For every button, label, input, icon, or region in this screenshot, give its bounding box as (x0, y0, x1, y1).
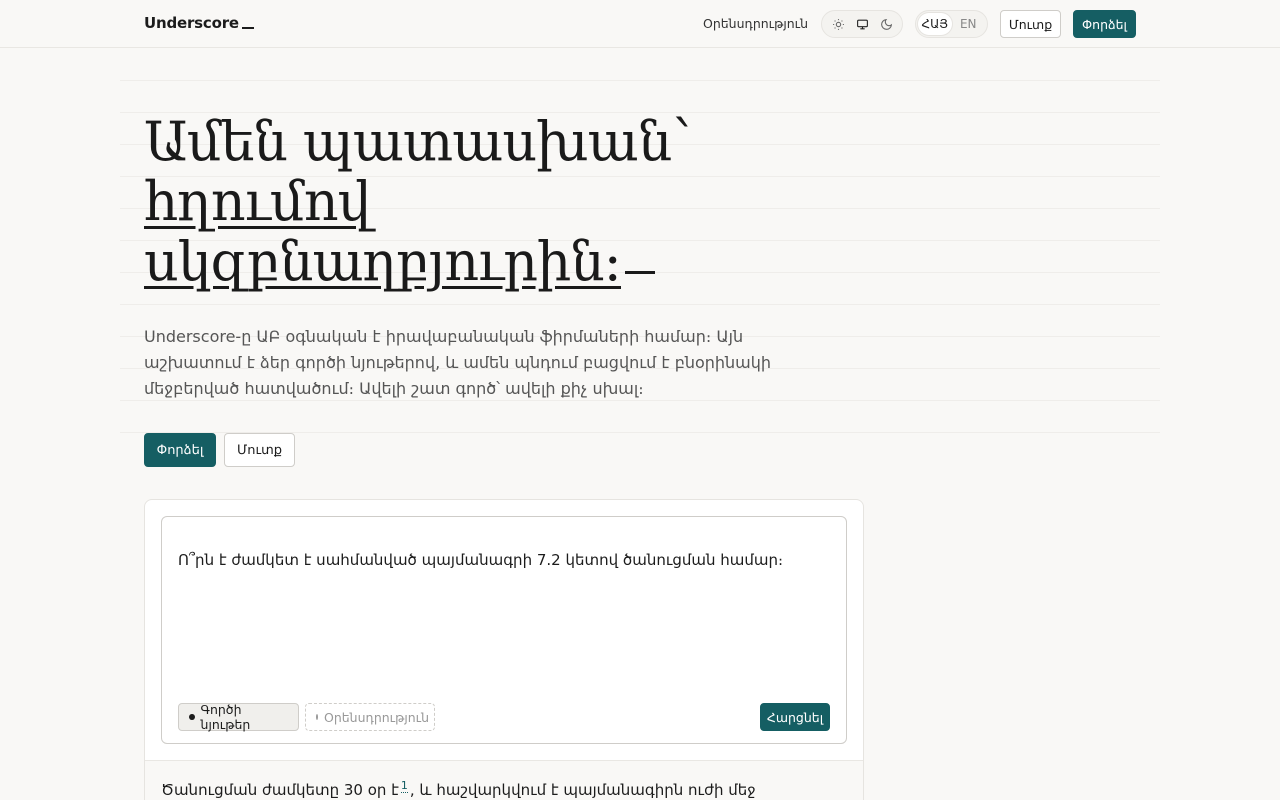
ask-button[interactable]: Հարցնել (760, 703, 830, 731)
chip-label: Գործի նյութեր (200, 702, 251, 732)
nav-legislation-link[interactable]: Օրենսդրություն (703, 16, 808, 31)
hero-title-line3: սկզբնաղբյուրին։ (144, 230, 622, 293)
hero-title-line1: Ամեն պատասխան՝ (144, 110, 691, 173)
hero-title: Ամեն պատասխան՝ հղումով սկզբնաղբյուրին։ (144, 112, 784, 292)
chip-label: Օրենսդրություն (324, 709, 429, 725)
source-chip-legislation[interactable]: Օրենսդրություն (305, 703, 435, 731)
header-login-button[interactable]: Մուտք (1000, 10, 1061, 38)
language-switcher: ՀԱՅ EN (915, 10, 988, 38)
lang-option-en[interactable]: EN (952, 13, 986, 35)
lang-option-hy[interactable]: ՀԱՅ (918, 13, 952, 35)
cursor-underscore (625, 271, 655, 274)
sun-icon[interactable] (828, 14, 848, 34)
top-navbar: Underscore Օրենսդրություն ՀԱՅ EN Մուտք Փ… (0, 0, 1280, 48)
unselected-ring-icon (316, 714, 318, 720)
demo-card: Ո՞րն է ժամկետ է սահմանված պայմանագրի 7.2… (144, 499, 864, 800)
hero-try-button[interactable]: Փորձել (144, 433, 216, 467)
brand-logo[interactable]: Underscore (144, 14, 254, 32)
monitor-icon[interactable] (852, 14, 872, 34)
selected-dot-icon (189, 714, 195, 720)
question-text[interactable]: Ո՞րն է ժամկետ է սահմանված պայմանագրի 7.2… (178, 551, 783, 569)
moon-icon[interactable] (876, 14, 896, 34)
source-chip-case-files[interactable]: Գործի նյութեր (178, 702, 299, 732)
underscore-mark (241, 27, 254, 29)
question-composer[interactable]: Ո՞րն է ժամկետ է սահմանված պայմանագրի 7.2… (161, 516, 847, 744)
theme-switcher (821, 10, 903, 38)
answer-panel: Ծանուցման ժամկետը 30 օր է1, և հաշվարկվու… (145, 760, 863, 800)
header-try-button[interactable]: Փորձել (1073, 10, 1136, 38)
hero-title-line2: հղումով (144, 170, 372, 233)
answer-text: Ծանուցման ժամկետը 30 օր է1, և հաշվարկվու… (161, 779, 756, 799)
citation-link[interactable]: 1 (400, 779, 408, 793)
hero-lead: Underscore-ը ԱԲ օգնական է իրավաբանական ֆ… (144, 327, 772, 398)
hero-login-button[interactable]: Մուտք (224, 433, 295, 467)
